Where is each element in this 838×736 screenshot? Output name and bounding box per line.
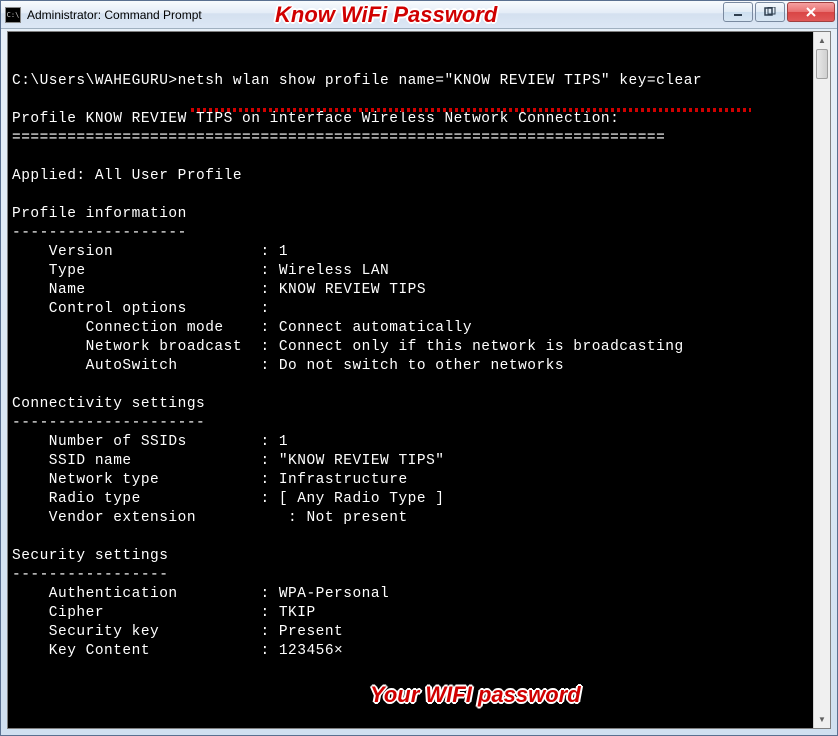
command-prompt-window: Administrator: Command Prompt C:\Users\W… [0, 0, 838, 736]
line: ----------------- [12, 567, 168, 583]
close-button[interactable] [787, 2, 835, 22]
maximize-button[interactable] [755, 2, 785, 22]
prompt-line: C:\Users\WAHEGURU>netsh wlan show profil… [12, 73, 702, 89]
scroll-down-arrow-icon[interactable]: ▼ [814, 711, 830, 728]
key-content: Key Content : 123456× [12, 643, 343, 659]
window-controls [723, 2, 835, 22]
autoswitch: AutoSwitch : Do not switch to other netw… [12, 358, 564, 374]
section-connectivity: Connectivity settings [12, 396, 205, 412]
profile-header: Profile KNOW REVIEW TIPS on interface Wi… [12, 111, 619, 127]
window-title: Administrator: Command Prompt [27, 8, 202, 22]
line: ========================================… [12, 130, 665, 146]
connection-mode: Connection mode : Connect automatically [12, 320, 472, 336]
profile-name: Name : KNOW REVIEW TIPS [12, 282, 426, 298]
line: ------------------- [12, 225, 187, 241]
num-ssids: Number of SSIDs : 1 [12, 434, 288, 450]
security-key: Security key : Present [12, 624, 343, 640]
line: --------------------- [12, 415, 205, 431]
maximize-icon [764, 7, 776, 17]
vendor-extension: Vendor extension : Not present [12, 510, 408, 526]
section-security: Security settings [12, 548, 168, 564]
radio-type: Radio type : [ Any Radio Type ] [12, 491, 444, 507]
profile-control: Control options : [12, 301, 270, 317]
scroll-thumb[interactable] [816, 49, 828, 79]
network-type: Network type : Infrastructure [12, 472, 408, 488]
minimize-button[interactable] [723, 2, 753, 22]
cmd-icon [5, 7, 21, 23]
minimize-icon [732, 7, 744, 17]
authentication: Authentication : WPA-Personal [12, 586, 389, 602]
cipher: Cipher : TKIP [12, 605, 316, 621]
terminal-output[interactable]: C:\Users\WAHEGURU>netsh wlan show profil… [8, 32, 813, 728]
applied-line: Applied: All User Profile [12, 168, 242, 184]
vertical-scrollbar[interactable]: ▲ ▼ [813, 32, 830, 728]
content-area: C:\Users\WAHEGURU>netsh wlan show profil… [7, 31, 831, 729]
profile-version: Version : 1 [12, 244, 288, 260]
network-broadcast: Network broadcast : Connect only if this… [12, 339, 684, 355]
ssid-name: SSID name : "KNOW REVIEW TIPS" [12, 453, 444, 469]
scroll-up-arrow-icon[interactable]: ▲ [814, 32, 830, 49]
profile-type: Type : Wireless LAN [12, 263, 389, 279]
titlebar[interactable]: Administrator: Command Prompt [1, 1, 837, 29]
close-icon [805, 7, 817, 17]
section-profile-info: Profile information [12, 206, 187, 222]
